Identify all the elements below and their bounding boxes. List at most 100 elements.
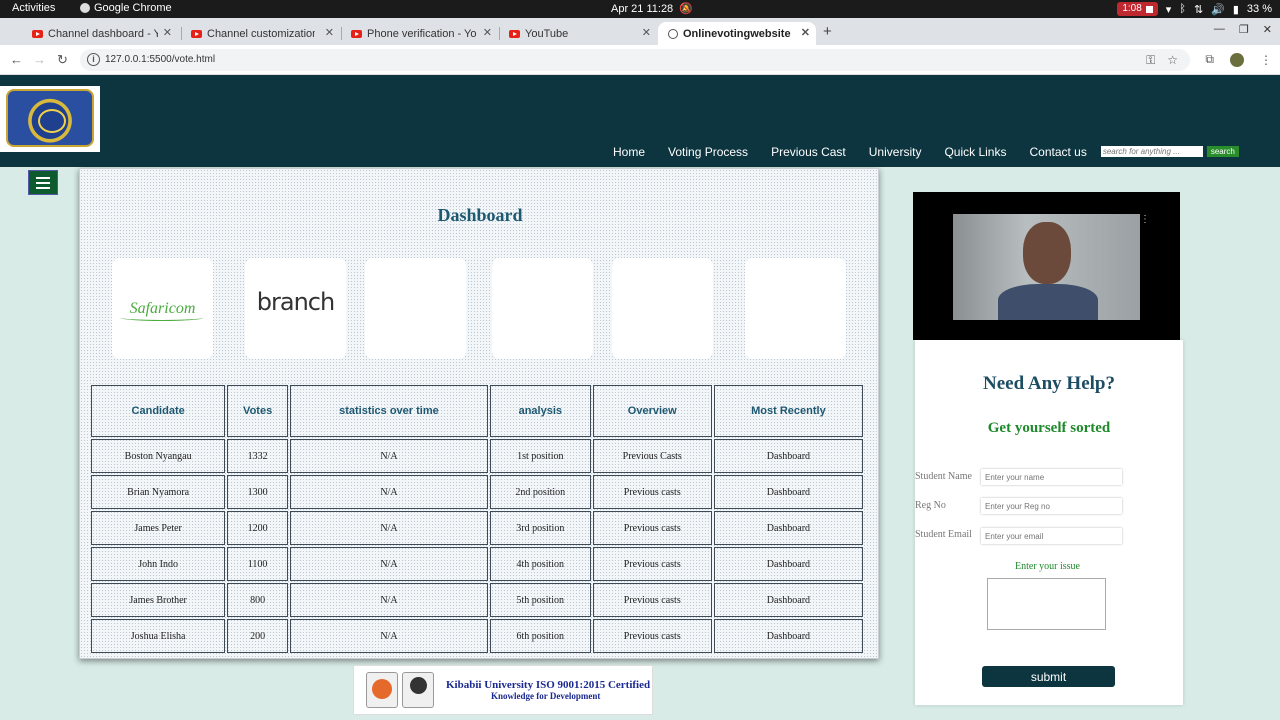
minimize-icon[interactable]: — bbox=[1214, 23, 1225, 36]
overview-cell: Previous casts bbox=[592, 511, 712, 545]
candidate-cell: Boston Nyangau bbox=[91, 439, 226, 473]
sponsor-card bbox=[612, 258, 713, 359]
kebab-menu-icon[interactable]: ⋮ bbox=[1260, 53, 1272, 67]
tab-strip: ⌄ Channel dashboard - Yo ✕ Channel custo… bbox=[0, 18, 1280, 53]
sponsor-logo: branch bbox=[256, 288, 335, 316]
sponsor-card bbox=[492, 258, 593, 359]
votes-cell: 1300 bbox=[227, 475, 288, 509]
main-nav: Home Voting Process Previous Cast Univer… bbox=[613, 145, 1239, 159]
recording-time: 1:08 bbox=[1122, 3, 1142, 14]
tab-channel-dashboard[interactable]: Channel dashboard - Yo ✕ bbox=[22, 22, 178, 45]
overview-cell: Previous Casts bbox=[592, 439, 712, 473]
analysis-cell: 4th position bbox=[489, 547, 591, 581]
overview-cell: Previous casts bbox=[592, 475, 712, 509]
volume-icon: 🔊 bbox=[1211, 3, 1225, 16]
votes-cell: 1332 bbox=[227, 439, 288, 473]
university-crest-icon bbox=[6, 89, 94, 147]
analysis-cell: 5th position bbox=[489, 583, 591, 617]
bookmark-star-icon[interactable]: ☆ bbox=[1167, 53, 1178, 68]
site-search-button[interactable]: search bbox=[1206, 146, 1239, 157]
url-text: 127.0.0.1:5500/vote.html bbox=[105, 54, 216, 65]
youtube-icon bbox=[351, 29, 362, 38]
votes-cell: 200 bbox=[227, 619, 288, 653]
nav-previous-cast[interactable]: Previous Cast bbox=[771, 145, 846, 159]
video-player[interactable]: ⋮ bbox=[913, 192, 1180, 340]
analysis-cell: 1st position bbox=[489, 439, 591, 473]
tab-title: Channel customization bbox=[207, 27, 315, 40]
clock-text: Apr 21 11:28 bbox=[611, 2, 674, 15]
issue-label: Enter your issue bbox=[1015, 561, 1080, 572]
maximize-icon[interactable]: ❐ bbox=[1239, 23, 1249, 36]
reg-no-field[interactable] bbox=[981, 498, 1122, 514]
key-icon[interactable]: ⚿ bbox=[1146, 53, 1155, 68]
screen-recording-indicator[interactable]: 1:08 bbox=[1117, 2, 1158, 16]
student-email-field[interactable] bbox=[981, 528, 1122, 544]
close-window-icon[interactable]: ✕ bbox=[1263, 23, 1272, 36]
back-icon[interactable]: ← bbox=[10, 52, 23, 67]
stats-cell: N/A bbox=[289, 439, 488, 473]
battery-icon: ▮ bbox=[1232, 3, 1239, 16]
nav-contact-us[interactable]: Contact us bbox=[1029, 145, 1086, 159]
recent-cell: Dashboard bbox=[713, 583, 863, 617]
candidate-cell: James Brother bbox=[91, 583, 226, 617]
youtube-icon bbox=[191, 29, 202, 38]
window-controls: — ❐ ✕ bbox=[1214, 23, 1272, 36]
sponsor-card bbox=[365, 258, 466, 359]
sponsor-card-branch: branch bbox=[245, 258, 346, 359]
stop-icon bbox=[1145, 5, 1153, 13]
nav-quick-links[interactable]: Quick Links bbox=[944, 145, 1006, 159]
university-logo[interactable] bbox=[0, 86, 100, 152]
close-tab-icon[interactable]: ✕ bbox=[483, 26, 492, 39]
nav-voting-process[interactable]: Voting Process bbox=[668, 145, 748, 159]
tab-phone-verification[interactable]: Phone verification - You ✕ bbox=[341, 22, 498, 45]
column-header: analysis bbox=[489, 385, 591, 437]
close-tab-icon[interactable]: ✕ bbox=[163, 26, 172, 39]
clock[interactable]: Apr 21 11:28 🔕 bbox=[611, 2, 693, 16]
table-row: James Brother 800 N/A 5th position Previ… bbox=[91, 583, 863, 617]
system-tray[interactable]: 1:08 ▾ ᛒ ⇅ 🔊 ▮ 33 % bbox=[1117, 1, 1272, 17]
new-tab-button[interactable]: + bbox=[823, 23, 832, 40]
app-menu[interactable]: Google Chrome bbox=[80, 2, 172, 14]
video-person-shirt bbox=[998, 284, 1098, 320]
tab-onlinevotingwebsite[interactable]: Onlinevotingwebsite ✕ bbox=[658, 22, 816, 45]
video-frame[interactable] bbox=[953, 214, 1140, 320]
recent-cell: Dashboard bbox=[713, 475, 863, 509]
submit-button[interactable]: submit bbox=[982, 666, 1115, 687]
help-subtitle: Get yourself sorted bbox=[987, 420, 1111, 436]
close-tab-icon[interactable]: ✕ bbox=[325, 26, 334, 39]
profile-avatar[interactable] bbox=[1230, 52, 1244, 67]
extensions-icon[interactable]: ⧉ bbox=[1205, 52, 1214, 67]
analysis-cell: 2nd position bbox=[489, 475, 591, 509]
reload-icon[interactable]: ↻ bbox=[57, 52, 68, 68]
reg-no-label: Reg No bbox=[915, 500, 946, 511]
issue-textarea[interactable] bbox=[987, 578, 1106, 630]
student-name-field[interactable] bbox=[981, 469, 1122, 485]
youtube-icon bbox=[509, 29, 520, 38]
close-tab-icon[interactable]: ✕ bbox=[642, 26, 651, 39]
site-search-input[interactable] bbox=[1100, 146, 1203, 157]
overview-cell: Previous casts bbox=[592, 547, 712, 581]
column-header: statistics over time bbox=[289, 385, 488, 437]
site-info-icon[interactable]: i bbox=[87, 53, 100, 66]
tab-channel-customization[interactable]: Channel customization ✕ bbox=[181, 22, 340, 45]
nav-home[interactable]: Home bbox=[613, 145, 645, 159]
candidate-cell: James Peter bbox=[91, 511, 226, 545]
activities-button[interactable]: Activities bbox=[12, 2, 55, 14]
recent-cell: Dashboard bbox=[713, 619, 863, 653]
sidebar-menu-button[interactable] bbox=[28, 170, 58, 195]
iso-subtitle: Knowledge for Development bbox=[491, 691, 601, 701]
network-icon: ⇅ bbox=[1193, 3, 1204, 16]
results-table: Candidate Votes statistics over time ana… bbox=[89, 383, 865, 655]
chrome-icon bbox=[80, 3, 90, 13]
table-row: John Indo 1100 N/A 4th position Previous… bbox=[91, 547, 863, 581]
video-menu-icon[interactable]: ⋮ bbox=[1140, 214, 1150, 225]
youtube-icon bbox=[32, 29, 43, 38]
nav-university[interactable]: University bbox=[869, 145, 922, 159]
iso-certification-banner: Kibabii University ISO 9001:2015 Certifi… bbox=[353, 665, 653, 715]
omnibox[interactable]: i 127.0.0.1:5500/vote.html ⚿ ☆ bbox=[80, 49, 1190, 71]
analysis-cell: 3rd position bbox=[489, 511, 591, 545]
tab-youtube[interactable]: YouTube ✕ bbox=[499, 22, 657, 45]
close-tab-icon[interactable]: ✕ bbox=[801, 26, 810, 39]
forward-icon[interactable]: → bbox=[33, 52, 46, 67]
overview-cell: Previous casts bbox=[592, 619, 712, 653]
